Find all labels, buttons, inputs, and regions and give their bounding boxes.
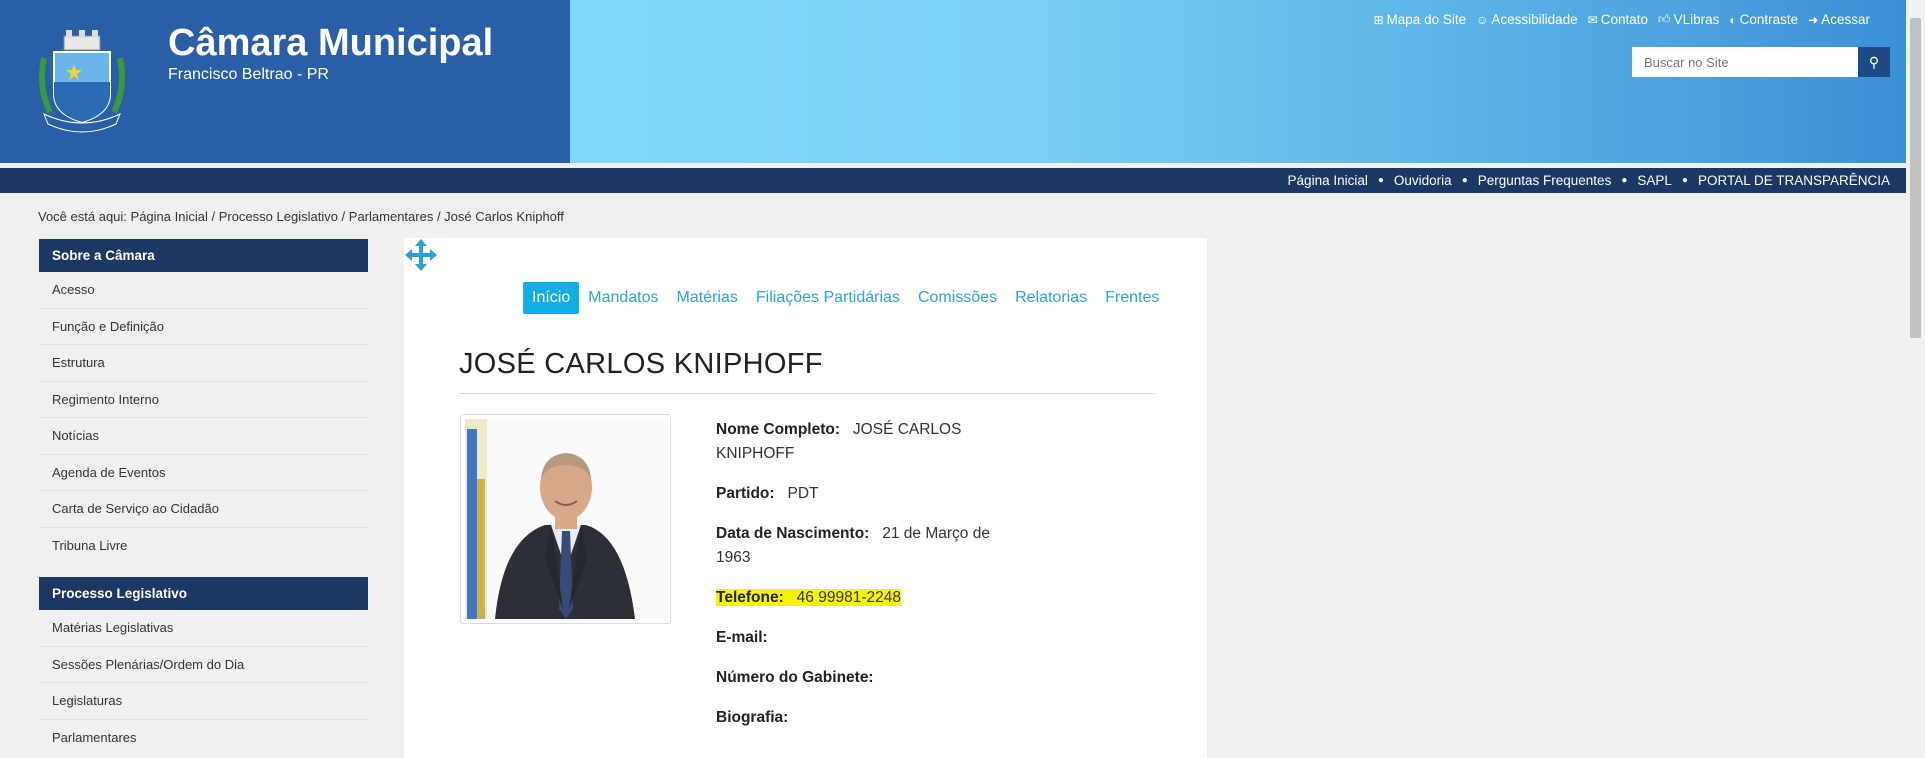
field-phone: Telefone: 46 99981-2248	[716, 586, 1006, 610]
coat-of-arms-logo[interactable]	[30, 28, 134, 138]
field-party: Partido: PDT	[716, 482, 1006, 506]
profile-tabs: Início Mandatos Matérias Filiações Parti…	[523, 282, 1168, 314]
nav-transparency[interactable]: PORTAL DE TRANSPARÊNCIA	[1698, 173, 1890, 188]
field-value: PDT	[787, 485, 819, 502]
field-label: Data de Nascimento:	[716, 525, 870, 542]
breadcrumb-home[interactable]: Página Inicial	[131, 209, 208, 224]
search-icon: ⚲	[1868, 53, 1880, 70]
sidebar-item-acesso[interactable]: Acesso	[39, 272, 368, 309]
breadcrumb-parlamentares[interactable]: Parlamentares	[349, 209, 434, 224]
contrast-icon: ◐	[1729, 12, 1737, 27]
field-label: Número do Gabinete:	[716, 669, 874, 686]
tab-comissoes[interactable]: Comissões	[909, 282, 1006, 314]
field-email: E-mail:	[716, 626, 1006, 650]
contrast-label: Contraste	[1739, 12, 1799, 27]
login-label: Acessar	[1821, 12, 1870, 27]
sitemap-label: Mapa do Site	[1386, 12, 1467, 27]
field-label: E-mail:	[716, 629, 768, 646]
field-full-name: Nome Completo: JOSÉ CARLOS KNIPHOFF	[716, 418, 1006, 466]
sitemap-icon: ⊞	[1373, 12, 1384, 27]
nav-sapl[interactable]: SAPL	[1637, 173, 1672, 188]
sidebar-item-agenda[interactable]: Agenda de Eventos	[39, 455, 368, 491]
site-header: Câmara Municipal Francisco Beltrao - PR …	[0, 0, 1906, 163]
move-arrows-icon[interactable]	[404, 238, 438, 272]
tab-mandatos[interactable]: Mandatos	[579, 282, 667, 314]
smile-icon: ☺	[1476, 12, 1489, 27]
scrollbar-thumb[interactable]	[1910, 18, 1921, 338]
title-divider	[459, 393, 1156, 394]
sidebar-item-materias[interactable]: Matérias Legislativas	[39, 610, 368, 647]
vlibras-link[interactable]: 👍︎ VLibras	[1658, 12, 1719, 27]
tab-materias[interactable]: Matérias	[668, 282, 747, 314]
envelope-icon: ✉	[1587, 12, 1598, 27]
breadcrumb-current: José Carlos Kniphoff	[444, 209, 564, 224]
tab-filiacoes[interactable]: Filiações Partidárias	[747, 282, 909, 314]
nav-separator: ●	[1377, 175, 1384, 186]
sidebar-item-estrutura[interactable]: Estrutura	[39, 345, 368, 382]
sidebar-section-title[interactable]: Sobre a Câmara	[39, 239, 368, 272]
field-label: Biografia:	[716, 709, 789, 726]
thumbs-up-icon: 👍︎	[1658, 12, 1671, 26]
sidebar: Sobre a Câmara Acesso Função e Definição…	[39, 239, 368, 756]
sitemap-link[interactable]: ⊞ Mapa do Site	[1373, 12, 1466, 27]
tab-relatorias[interactable]: Relatorias	[1006, 282, 1096, 314]
field-birthdate: Data de Nascimento: 21 de Março de 1963	[716, 522, 1006, 570]
sidebar-list: Matérias Legislativas Sessões Plenárias/…	[39, 610, 368, 756]
nav-faq[interactable]: Perguntas Frequentes	[1478, 173, 1612, 188]
sidebar-item-legislaturas[interactable]: Legislaturas	[39, 683, 368, 720]
sidebar-list: Acesso Função e Definição Estrutura Regi…	[39, 272, 368, 564]
field-office-number: Número do Gabinete:	[716, 666, 1006, 690]
portrait-image	[465, 419, 666, 619]
contrast-link[interactable]: ◐ Contraste	[1729, 12, 1798, 27]
field-value: 46 99981-2248	[796, 589, 901, 606]
search-input[interactable]	[1632, 47, 1858, 77]
sidebar-item-tribuna[interactable]: Tribuna Livre	[39, 528, 368, 565]
nav-separator: ●	[1621, 175, 1628, 186]
sidebar-item-funcao[interactable]: Função e Definição	[39, 309, 368, 345]
breadcrumb-processo[interactable]: Processo Legislativo	[219, 209, 338, 224]
accessibility-label: Acessibilidade	[1491, 12, 1578, 27]
top-links: ⊞ Mapa do Site ☺ Acessibilidade ✉ Contato 👍…	[1373, 12, 1870, 27]
phone-highlight: Telefone: 46 99981-2248	[716, 589, 901, 606]
contact-link[interactable]: ✉ Contato	[1588, 12, 1648, 27]
sidebar-item-regimento[interactable]: Regimento Interno	[39, 382, 368, 418]
page-scrollbar[interactable]	[1906, 0, 1925, 758]
field-label: Partido:	[716, 485, 775, 502]
search-box: ⚲	[1632, 47, 1890, 77]
field-biography: Biografia:	[716, 706, 1006, 730]
breadcrumb-prefix: Você está aqui:	[38, 209, 127, 224]
nav-separator: ●	[1461, 175, 1468, 186]
sidebar-item-noticias[interactable]: Notícias	[39, 418, 368, 455]
contact-label: Contato	[1600, 12, 1649, 27]
sidebar-item-parlamentares[interactable]: Parlamentares	[39, 720, 368, 757]
main-nav: Página Inicial ● Ouvidoria ● Perguntas Fre…	[0, 168, 1906, 193]
page: Câmara Municipal Francisco Beltrao - PR …	[0, 0, 1925, 758]
content-card: Início Mandatos Matérias Filiações Parti…	[404, 238, 1207, 758]
profile-photo	[460, 414, 671, 624]
nav-ouvidoria[interactable]: Ouvidoria	[1394, 173, 1452, 188]
breadcrumb: Você está aqui: Página Inicial / Process…	[38, 209, 564, 224]
site-subtitle: Francisco Beltrao - PR	[168, 66, 329, 83]
nav-home[interactable]: Página Inicial	[1288, 173, 1368, 188]
page-title: JOSÉ CARLOS KNIPHOFF	[459, 348, 823, 380]
accessibility-link[interactable]: ☺ Acessibilidade	[1476, 12, 1578, 27]
vlibras-label: VLibras	[1673, 12, 1720, 27]
sidebar-item-sessoes[interactable]: Sessões Plenárias/Ordem do Dia	[39, 647, 368, 683]
site-title[interactable]: Câmara Municipal	[168, 22, 493, 65]
search-button[interactable]: ⚲	[1858, 47, 1890, 77]
sidebar-item-carta[interactable]: Carta de Serviço ao Cidadão	[39, 491, 368, 528]
tab-frentes[interactable]: Frentes	[1096, 282, 1168, 314]
sidebar-section-title[interactable]: Processo Legislativo	[39, 577, 368, 610]
sign-in-icon: ➜	[1808, 12, 1819, 27]
field-label: Telefone:	[716, 589, 784, 606]
tab-inicio[interactable]: Início	[523, 282, 580, 314]
field-label: Nome Completo:	[716, 421, 840, 438]
login-link[interactable]: ➜ Acessar	[1808, 12, 1870, 27]
nav-separator: ●	[1681, 175, 1688, 186]
profile-info: Nome Completo: JOSÉ CARLOS KNIPHOFF Part…	[716, 418, 1006, 746]
